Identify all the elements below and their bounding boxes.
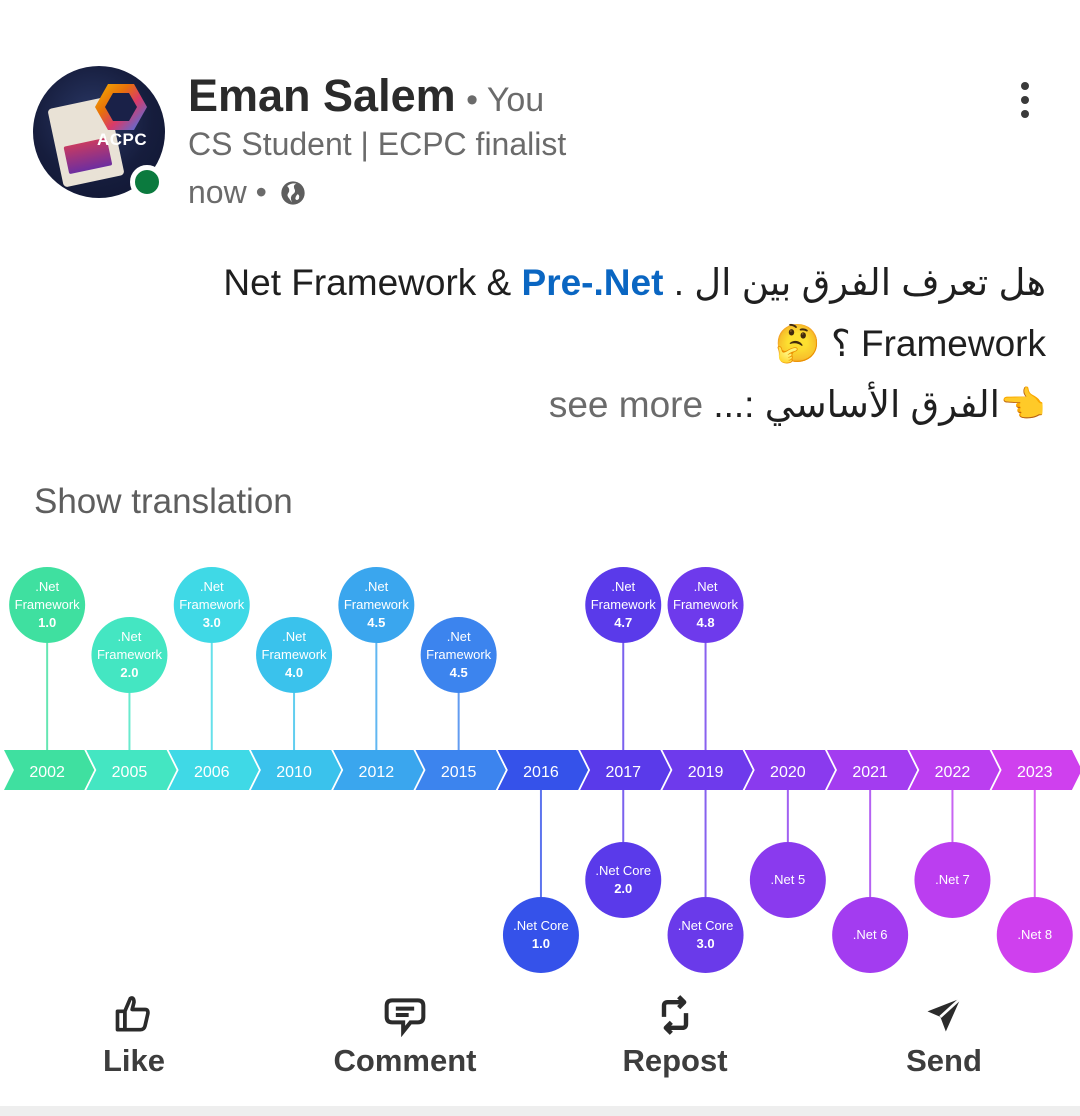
timeline-year-label: 2021 bbox=[852, 764, 888, 781]
thumbs-up-icon bbox=[115, 996, 150, 1032]
milestone-label: Framework bbox=[97, 647, 163, 662]
pointing-emoji: 👈 bbox=[999, 384, 1046, 425]
timeline-year-label: 2012 bbox=[359, 764, 395, 781]
milestone-label: 2.0 bbox=[120, 665, 138, 680]
feed-divider bbox=[0, 1106, 1080, 1116]
post-image-timeline[interactable]: 2002 2005 2006 2010 2012 2015 2016 2017 2019 2020… bbox=[0, 555, 1080, 985]
timeline-year-label: 2022 bbox=[935, 764, 971, 781]
repost-label: Repost bbox=[622, 1043, 728, 1078]
milestone-label: 4.5 bbox=[367, 615, 385, 630]
author-headline: CS Student | ECPC finalist bbox=[188, 126, 567, 162]
milestone-label: 4.7 bbox=[614, 615, 632, 630]
thinking-emoji: 🤔 bbox=[774, 323, 821, 364]
repost-icon bbox=[661, 995, 689, 1035]
send-button[interactable]: Send bbox=[844, 985, 1044, 1085]
author-name[interactable]: Eman Salem bbox=[188, 70, 456, 121]
timeline-year-label: 2019 bbox=[688, 764, 724, 781]
timeline-year-label: 2015 bbox=[441, 764, 477, 781]
milestone-label: .Net 6 bbox=[853, 927, 888, 942]
hashtag-link[interactable]: Pre-.Net bbox=[522, 262, 664, 303]
timeline-year-label: 2005 bbox=[112, 764, 148, 781]
post-text-line-2: 🤔 ؟ Framework bbox=[36, 313, 1046, 374]
avatar-logo-text: ACPC bbox=[97, 130, 148, 149]
milestone-label: 1.0 bbox=[532, 936, 550, 951]
timeline-year-label: 2006 bbox=[194, 764, 230, 781]
timeline-year-label: 2016 bbox=[523, 764, 559, 781]
timeline-year-label: 2010 bbox=[276, 764, 312, 781]
post-text-line-2-text: ؟ Framework bbox=[831, 323, 1046, 364]
send-label: Send bbox=[906, 1043, 982, 1078]
post-text-line-3-text: الفرق الأساسي :... bbox=[713, 384, 1000, 425]
post-header: ACPC Eman Salem • You CS Student | ECPC … bbox=[0, 0, 1080, 230]
milestone-label: 3.0 bbox=[697, 936, 715, 951]
post-meta: now • bbox=[188, 174, 307, 211]
milestone-label: .Net bbox=[694, 579, 718, 594]
milestone-label: 4.0 bbox=[285, 665, 303, 680]
globe-icon bbox=[281, 180, 305, 205]
comment-button[interactable]: Comment bbox=[305, 985, 505, 1085]
timeline-year-label: 2023 bbox=[1017, 764, 1053, 781]
milestone-label: Framework bbox=[673, 597, 739, 612]
milestone-bubble bbox=[585, 842, 662, 918]
send-icon bbox=[927, 997, 962, 1032]
post-text-rtl: هل تعرف الفرق بين ال . bbox=[673, 262, 1046, 303]
post-actions-bar: Like Comment Repost Send bbox=[0, 985, 1080, 1095]
repost-button[interactable]: Repost bbox=[575, 985, 775, 1085]
post-timestamp: now • bbox=[188, 174, 267, 210]
milestone-label: .Net Core bbox=[678, 918, 734, 933]
see-more-link[interactable]: see more bbox=[549, 384, 703, 425]
timeline-year-label: 2020 bbox=[770, 764, 806, 781]
like-button[interactable]: Like bbox=[34, 985, 234, 1085]
more-options-button[interactable] bbox=[1003, 78, 1047, 122]
timeline-graphic: 2002 2005 2006 2010 2012 2015 2016 2017 2019 2020… bbox=[4, 567, 1080, 973]
author-line: Eman Salem • You bbox=[188, 70, 544, 122]
milestone-label: .Net bbox=[364, 579, 388, 594]
milestone-label: .Net Core bbox=[595, 863, 651, 878]
author-relation: • You bbox=[466, 81, 545, 119]
milestone-label: Framework bbox=[15, 597, 81, 612]
comment-icon bbox=[384, 998, 426, 1037]
milestone-label: .Net bbox=[35, 579, 59, 594]
post-text-ltr: Net Framework & bbox=[223, 262, 522, 303]
show-translation-button[interactable]: Show translation bbox=[34, 482, 293, 522]
milestone-label: .Net Core bbox=[513, 918, 569, 933]
milestone-label: .Net 5 bbox=[771, 872, 806, 887]
milestone-bubble bbox=[667, 897, 744, 973]
milestone-label: Framework bbox=[344, 597, 410, 612]
like-label: Like bbox=[102, 1043, 166, 1078]
milestone-label: .Net bbox=[447, 629, 471, 644]
milestone-label: .Net bbox=[200, 579, 224, 594]
milestone-label: .Net 7 bbox=[935, 872, 970, 887]
milestone-label: Framework bbox=[179, 597, 245, 612]
milestone-label: 4.5 bbox=[450, 665, 468, 680]
timeline-year-label: 2002 bbox=[29, 764, 65, 781]
online-status-indicator bbox=[130, 165, 164, 199]
milestone-label: 3.0 bbox=[203, 615, 221, 630]
milestone-label: 2.0 bbox=[614, 881, 632, 896]
post-text-line-3: see more الفرق الأساسي :...👈 bbox=[36, 374, 1046, 435]
post-body: Net Framework & Pre-.Net هل تعرف الفرق ب… bbox=[36, 252, 1046, 435]
post-text-line-1: Net Framework & Pre-.Net هل تعرف الفرق ب… bbox=[36, 252, 1046, 313]
milestone-label: Framework bbox=[262, 647, 328, 662]
milestone-bubble bbox=[502, 897, 579, 973]
milestone-label: .Net bbox=[282, 629, 306, 644]
milestone-label: Framework bbox=[426, 647, 492, 662]
milestone-label: Framework bbox=[591, 597, 657, 612]
timeline-year-label: 2017 bbox=[605, 764, 641, 781]
milestone-label: 4.8 bbox=[697, 615, 715, 630]
milestone-label: .Net 8 bbox=[1017, 927, 1052, 942]
comment-label: Comment bbox=[333, 1043, 477, 1078]
milestone-label: .Net bbox=[118, 629, 142, 644]
milestone-label: 1.0 bbox=[38, 615, 56, 630]
milestone-label: .Net bbox=[611, 579, 635, 594]
